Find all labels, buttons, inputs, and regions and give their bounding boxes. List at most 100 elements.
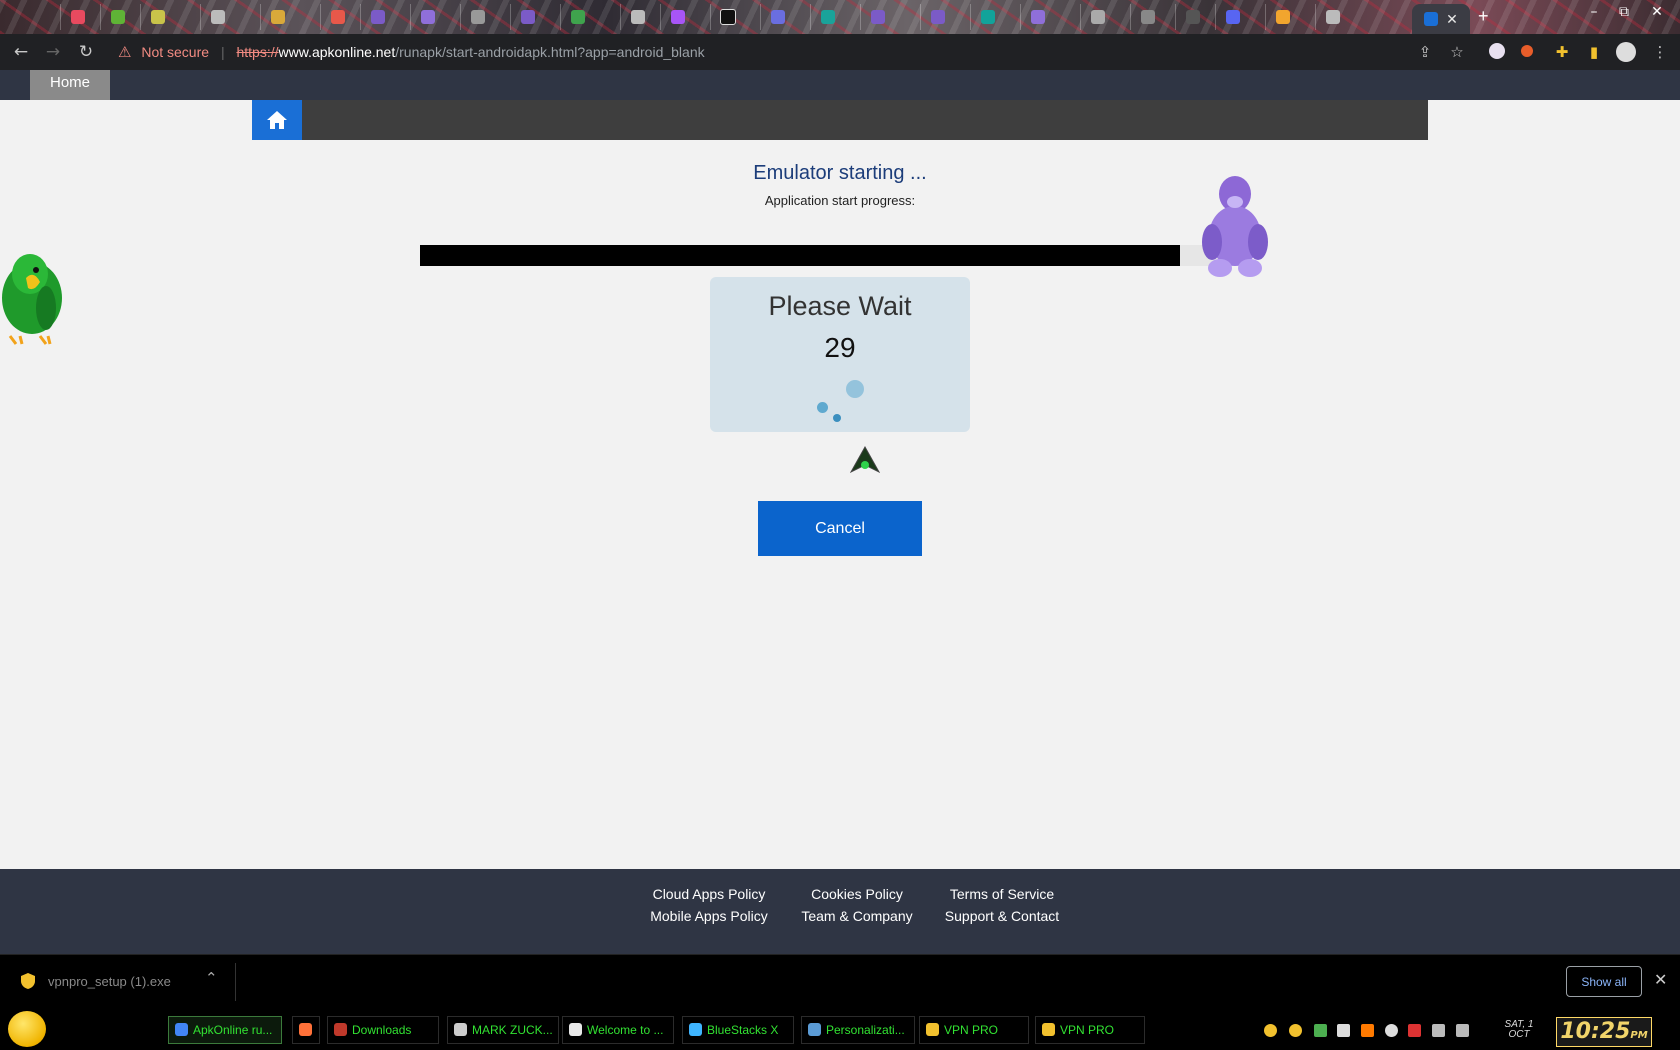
minimize-window-button[interactable]: – bbox=[1582, 2, 1606, 22]
extensions-puzzle-icon[interactable]: ✚ bbox=[1553, 43, 1571, 61]
new-tab-icon[interactable]: + bbox=[1478, 6, 1489, 27]
purple-gorilla-mascot-icon bbox=[1202, 176, 1268, 277]
tray-smiley-icon[interactable] bbox=[1289, 1024, 1302, 1037]
tray-network-icon[interactable] bbox=[1432, 1024, 1445, 1037]
browser-tab[interactable] bbox=[560, 4, 595, 30]
taskbar-item-label: ApkOnline ru... bbox=[193, 1023, 273, 1037]
bookmark-star-icon[interactable]: ☆ bbox=[1448, 43, 1466, 61]
browser-tab[interactable] bbox=[620, 4, 655, 30]
browser-tab[interactable] bbox=[1080, 4, 1115, 30]
browser-tab[interactable] bbox=[460, 4, 495, 30]
browser-tab[interactable] bbox=[660, 4, 695, 30]
footer-link-support-contact[interactable]: Support & Contact bbox=[917, 908, 1087, 924]
taskbar-item-label: Welcome to ... bbox=[587, 1023, 664, 1037]
extension-icon[interactable] bbox=[1489, 43, 1505, 59]
home-button[interactable] bbox=[252, 100, 302, 140]
forward-arrow-icon[interactable]: → bbox=[42, 41, 64, 63]
chevron-up-icon[interactable]: ⌃ bbox=[205, 969, 218, 987]
download-divider bbox=[235, 963, 236, 1001]
please-wait-title: Please Wait bbox=[768, 291, 912, 321]
tray-app-icon[interactable] bbox=[1314, 1024, 1327, 1037]
browser-tab[interactable] bbox=[260, 4, 295, 30]
share-icon[interactable]: ⇪ bbox=[1416, 43, 1434, 61]
browser-tab[interactable] bbox=[410, 4, 445, 30]
footer-link-mobile-apps-policy[interactable]: Mobile Apps Policy bbox=[624, 908, 794, 924]
browser-tab[interactable] bbox=[1215, 4, 1250, 30]
side-panel-icon[interactable]: ▮ bbox=[1585, 43, 1603, 61]
browser-tab[interactable] bbox=[1315, 4, 1350, 30]
loading-spinner-dot bbox=[846, 380, 864, 398]
tray-date[interactable]: SAT, 1 OCT bbox=[1496, 1020, 1542, 1040]
show-all-downloads-button[interactable]: Show all bbox=[1566, 966, 1642, 997]
taskbar-item-label: VPN PRO bbox=[1060, 1023, 1115, 1037]
vpn-icon bbox=[1042, 1023, 1055, 1036]
home-nav-link[interactable]: Home bbox=[30, 70, 110, 100]
taskbar-item-label: Personalizati... bbox=[826, 1023, 905, 1037]
browser-tab[interactable] bbox=[360, 4, 395, 30]
site-nav-bar: Home bbox=[0, 70, 1680, 100]
progress-bar-fill bbox=[420, 245, 1180, 266]
start-button[interactable] bbox=[8, 1011, 46, 1047]
chrome-icon bbox=[175, 1023, 188, 1036]
loading-spinner-dot bbox=[817, 402, 828, 413]
footer-link-cloud-apps-policy[interactable]: Cloud Apps Policy bbox=[624, 886, 794, 902]
browser-tab[interactable] bbox=[510, 4, 545, 30]
close-window-button[interactable]: ✕ bbox=[1645, 2, 1669, 22]
back-arrow-icon[interactable]: ← bbox=[10, 41, 32, 63]
browser-tab[interactable] bbox=[810, 4, 845, 30]
footer-link-terms-of-service[interactable]: Terms of Service bbox=[917, 886, 1087, 902]
tray-status-icon[interactable] bbox=[1385, 1024, 1398, 1037]
taskbar-item[interactable]: VPN PRO bbox=[919, 1016, 1029, 1044]
taskbar-item[interactable]: BlueStacks X bbox=[682, 1016, 794, 1044]
url-bar[interactable]: ⚠ Not secure | https://www.apkonline.net… bbox=[112, 39, 1452, 65]
browser-tab[interactable] bbox=[970, 4, 1005, 30]
taskbar-item[interactable]: VPN PRO bbox=[1035, 1016, 1145, 1044]
tray-search-icon[interactable] bbox=[1361, 1024, 1374, 1037]
browser-tab[interactable] bbox=[100, 4, 135, 30]
reload-icon[interactable]: ↻ bbox=[75, 41, 97, 63]
tray-smiley-icon[interactable] bbox=[1264, 1024, 1277, 1037]
browser-tab[interactable] bbox=[200, 4, 235, 30]
download-file-name[interactable]: vpnpro_setup (1).exe bbox=[48, 974, 171, 989]
browser-tab[interactable] bbox=[860, 4, 895, 30]
home-icon bbox=[267, 111, 287, 129]
tray-clock[interactable]: 10:25PM bbox=[1556, 1017, 1652, 1047]
browser-tab-active[interactable]: ✕ bbox=[1412, 4, 1470, 34]
windows-taskbar: ApkOnline ru... Downloads MARK ZUCK... Welc… bbox=[0, 1008, 1680, 1050]
taskbar-item[interactable]: Personalizati... bbox=[801, 1016, 915, 1044]
browser-tab[interactable] bbox=[1265, 4, 1300, 30]
bluestacks-icon bbox=[689, 1023, 702, 1036]
extension-fox-icon[interactable] bbox=[1521, 45, 1533, 57]
restore-window-button[interactable]: ⧉ bbox=[1612, 2, 1636, 22]
close-download-bar-icon[interactable]: ✕ bbox=[1654, 970, 1667, 989]
countdown-value: 29 bbox=[824, 332, 856, 363]
please-wait-dialog: Please Wait 29 bbox=[710, 277, 970, 432]
emulator-status-title: Emulator starting ... bbox=[753, 162, 927, 184]
taskbar-item[interactable]: ApkOnline ru... bbox=[168, 1016, 282, 1044]
security-status[interactable]: Not secure bbox=[141, 44, 209, 60]
taskbar-item[interactable]: Welcome to ... bbox=[562, 1016, 674, 1044]
taskbar-item[interactable]: Downloads bbox=[327, 1016, 439, 1044]
browser-tab[interactable] bbox=[140, 4, 175, 30]
browser-tab[interactable] bbox=[1020, 4, 1055, 30]
browser-tab[interactable] bbox=[920, 4, 955, 30]
profile-avatar-icon[interactable] bbox=[1616, 42, 1636, 62]
download-shelf: vpnpro_setup (1).exe ⌃ Show all ✕ bbox=[0, 954, 1680, 1009]
browser-tab[interactable] bbox=[60, 4, 95, 30]
progress-label: Application start progress: bbox=[764, 193, 916, 208]
taskbar-item[interactable] bbox=[292, 1016, 320, 1044]
browser-tab[interactable] bbox=[760, 4, 795, 30]
browser-tab[interactable] bbox=[1175, 4, 1210, 30]
close-tab-icon[interactable]: ✕ bbox=[1446, 11, 1458, 28]
tray-volume-icon[interactable] bbox=[1456, 1024, 1469, 1037]
cancel-button[interactable]: Cancel bbox=[758, 501, 922, 556]
tray-app-icon[interactable] bbox=[1337, 1024, 1350, 1037]
browser-tab[interactable] bbox=[1130, 4, 1165, 30]
tray-flag-icon[interactable] bbox=[1408, 1024, 1421, 1037]
browser-tab[interactable] bbox=[710, 4, 745, 30]
tray-date-month: OCT bbox=[1508, 1029, 1530, 1040]
taskbar-item[interactable]: MARK ZUCK... bbox=[447, 1016, 559, 1044]
taskbar-item-label: MARK ZUCK... bbox=[472, 1023, 553, 1037]
browser-tab[interactable] bbox=[320, 4, 355, 30]
menu-kebab-icon[interactable]: ⋮ bbox=[1651, 43, 1669, 61]
